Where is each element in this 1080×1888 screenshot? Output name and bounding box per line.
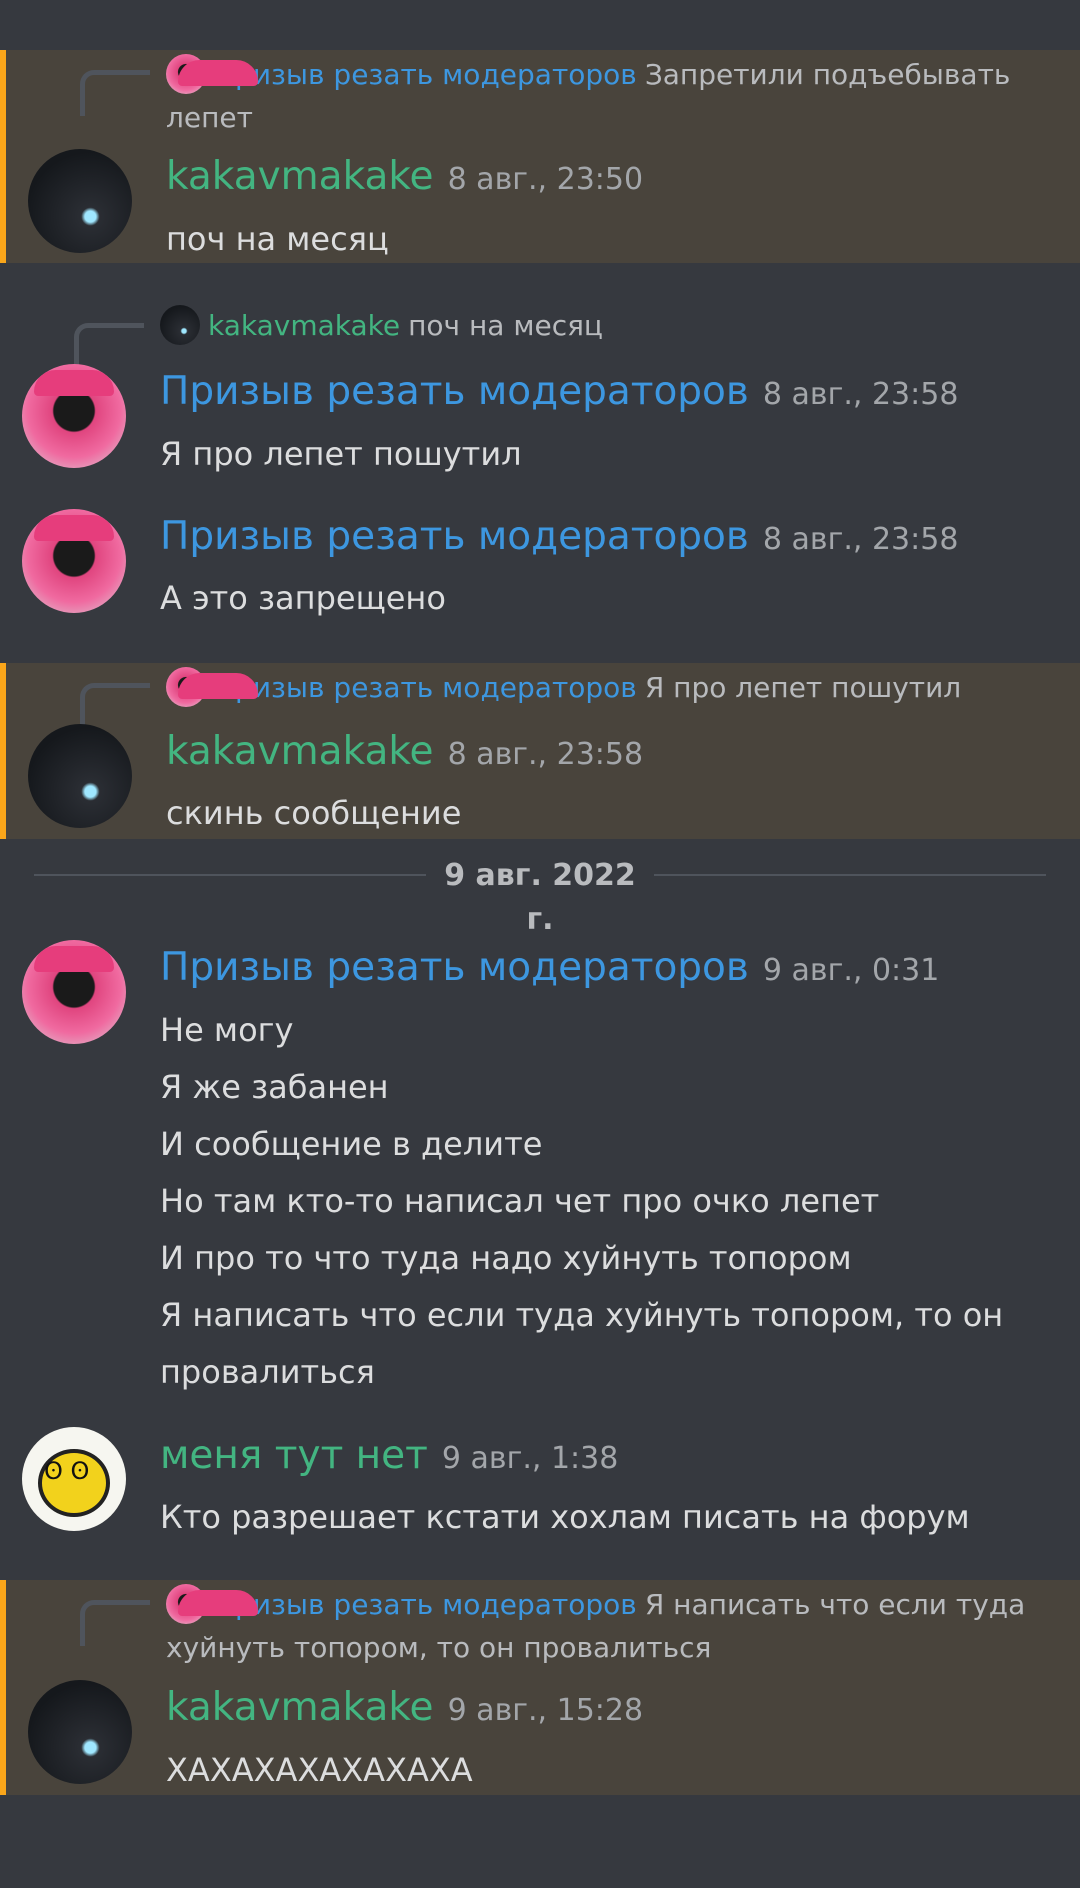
reply-connector [74,323,144,369]
message-line: Я написать что если туда хуйнуть топором… [160,1296,1004,1334]
timestamp: 9 авг., 1:38 [441,1441,619,1476]
timestamp: 8 авг., 23:58 [762,522,959,557]
message-text: Не могу Я же забанен И сообщение в делит… [160,1002,1040,1401]
username[interactable]: kakavmakake [166,1685,434,1730]
message-text: ХАХАХАХАХАХАХА [166,1742,1040,1799]
message-header: Призыв резать модераторов 8 авг., 23:58 [160,514,958,559]
username[interactable]: меня тут нет [160,1433,428,1478]
date-divider-label: 9 авг. 2022 г. [426,854,654,942]
username[interactable]: Призыв резать модераторов [160,369,749,414]
reply-preview[interactable]: Призыв резать модераторов Запретили подъе… [166,53,1040,139]
username[interactable]: kakavmakake [166,154,434,199]
message-line: провалиться [160,1353,375,1391]
message: меня тут нет 9 авг., 1:38 Кто разрешает к… [0,1415,1080,1545]
reply-avatar [166,1584,258,1624]
timestamp: 9 авг., 15:28 [447,1693,644,1728]
message-mention: Призыв резать модераторов Я написать что … [0,1580,1080,1795]
reply-connector [80,683,150,729]
message-text: поч на месяц [166,211,1040,268]
message-line: Не могу [160,1011,294,1049]
message: Призыв резать модераторов 8 авг., 23:58 А… [0,500,1080,630]
message-line: скинь сообщение [166,794,462,832]
reply-avatar [166,667,258,707]
reply-preview[interactable]: Призыв резать модераторов Я написать что … [166,1583,1040,1669]
message-line: Я же забанен [160,1068,389,1106]
message-mention: Призыв резать модераторов Запретили подъе… [0,50,1080,263]
message-header: kakavmakake 9 авг., 15:28 [166,1685,643,1730]
message-line: А это запрещено [160,579,446,617]
reply-preview[interactable]: kakavmakake поч на месяц [160,304,1040,347]
timestamp: 8 авг., 23:50 [447,162,644,197]
message-line: поч на месяц [166,220,389,258]
message-header: kakavmakake 8 авг., 23:58 [166,729,643,774]
chat-view: Призыв резать модераторов Запретили подъе… [0,0,1080,1888]
reply-text: Я про лепет пошутил [644,671,962,704]
avatar[interactable] [28,1680,132,1784]
avatar[interactable] [22,364,126,468]
reply-text: поч на месяц [408,309,603,342]
reply-preview[interactable]: Призыв резать модераторов Я про лепет пош… [166,666,1040,709]
reply-avatar [160,305,200,345]
avatar[interactable] [22,1427,126,1531]
message-line: И про то что туда надо хуйнуть топором [160,1239,852,1277]
username[interactable]: Призыв резать модераторов [160,945,749,990]
message-text: Кто разрешает кстати хохлам писать на фо… [160,1489,1040,1546]
reply-connector [80,1600,150,1646]
message-text: А это запрещено [160,570,1040,627]
message-header: Призыв резать модераторов 9 авг., 0:31 [160,945,939,990]
message-text: Я про лепет пошутил [160,426,1040,483]
message: kakavmakake поч на месяц Призыв резать мо… [0,303,1080,483]
reply-author[interactable]: Призыв резать модераторов [214,671,637,704]
timestamp: 8 авг., 23:58 [762,377,959,412]
avatar[interactable] [28,149,132,253]
timestamp: 8 авг., 23:58 [447,737,644,772]
reply-author[interactable]: Призыв резать модераторов [214,58,637,91]
message-header: Призыв резать модераторов 8 авг., 23:58 [160,369,958,414]
avatar[interactable] [22,509,126,613]
message-line: Но там кто-то написал чет про очко лепет [160,1182,880,1220]
message-text: скинь сообщение [166,785,1040,842]
message-line: Кто разрешает кстати хохлам писать на фо… [160,1498,970,1536]
reply-author[interactable]: kakavmakake [208,309,400,342]
username[interactable]: kakavmakake [166,729,434,774]
avatar[interactable] [22,940,126,1044]
message: Призыв резать модераторов 9 авг., 0:31 Не… [0,935,1080,1395]
message-line: ХАХАХАХАХАХАХА [166,1751,473,1789]
avatar[interactable] [28,724,132,828]
timestamp: 9 авг., 0:31 [762,953,940,988]
reply-connector [80,70,150,116]
reply-avatar [166,54,258,94]
username[interactable]: Призыв резать модераторов [160,514,749,559]
message-header: меня тут нет 9 авг., 1:38 [160,1433,618,1478]
message-line: Я про лепет пошутил [160,435,522,473]
message-line: И сообщение в делите [160,1125,543,1163]
message-header: kakavmakake 8 авг., 23:50 [166,154,643,199]
reply-author[interactable]: Призыв резать модераторов [214,1588,637,1621]
message-mention: Призыв резать модераторов Я про лепет пош… [0,663,1080,839]
